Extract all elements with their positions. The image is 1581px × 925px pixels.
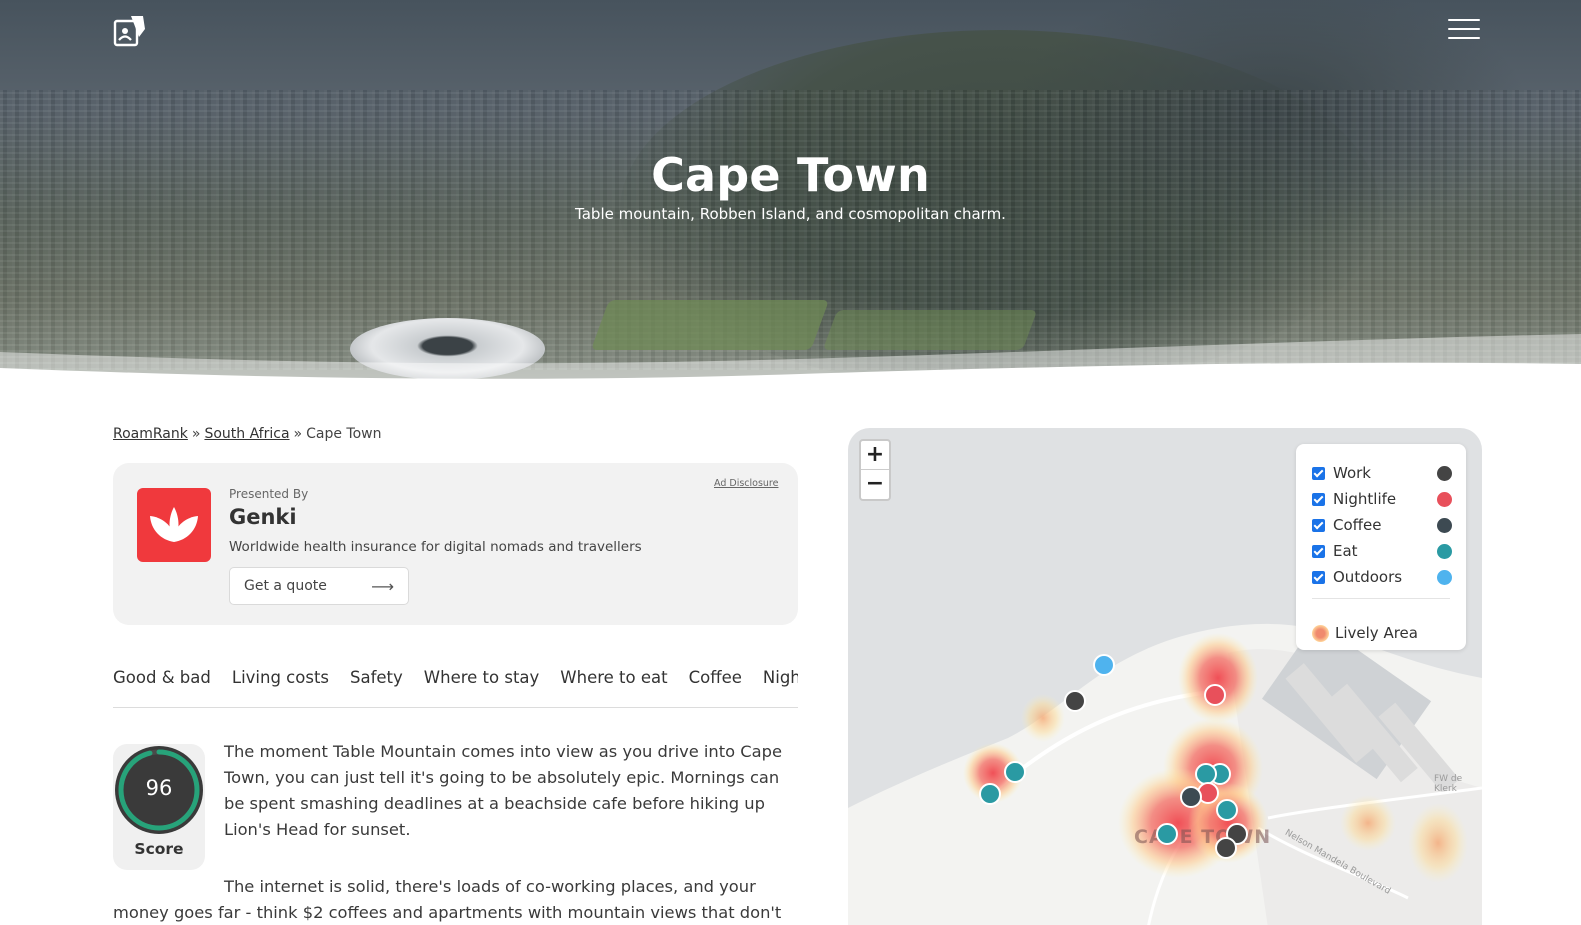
legend-toggle-nightlife[interactable]: Nightlife [1312,490,1452,510]
legend-checkbox[interactable] [1312,519,1325,532]
get-quote-button[interactable]: Get a quote ⟶ [229,567,409,605]
sponsor-description: Worldwide health insurance for digital n… [229,539,642,555]
legend-color-dot [1437,518,1452,533]
map-marker-eat[interactable] [1195,763,1217,785]
hamburger-menu-icon[interactable] [1448,17,1480,41]
legend-label: Lively Area [1335,624,1418,642]
map-legend: Work Nightlife Coffee Eat Outdoors Livel… [1296,444,1466,650]
map-zoom-control: + − [859,439,891,501]
legend-toggle-coffee[interactable]: Coffee [1312,516,1452,536]
roamrank-logo-icon[interactable] [113,13,147,47]
zoom-in-button[interactable]: + [861,441,889,470]
intro-paragraph: The moment Table Mountain comes into vie… [224,742,782,839]
map-marker-work[interactable] [1215,837,1237,859]
score-label: Score [134,840,184,858]
map-marker-eat[interactable] [1004,761,1026,783]
legend-checkbox[interactable] [1312,467,1325,480]
breadcrumb-current: Cape Town [306,426,382,442]
map-marker-outdoors[interactable] [1093,654,1115,676]
hero-wave-divider [0,334,1581,385]
legend-checkbox[interactable] [1312,571,1325,584]
genki-leaf-icon[interactable] [137,488,211,562]
get-quote-label: Get a quote [244,578,327,594]
score-value: 96 [145,776,173,800]
sponsor-label: Presented By [229,487,309,501]
map-marker-coffee[interactable] [1180,786,1202,808]
breadcrumb-link-south-africa[interactable]: South Africa [204,426,289,442]
map-marker-eat[interactable] [1156,823,1178,845]
legend-divider [1312,598,1450,599]
page-subtitle: Table mountain, Robben Island, and cosmo… [575,205,1006,223]
city-map[interactable]: FW de Klerk Nelson Mandela Boulevard CAP… [848,428,1482,925]
legend-label: Outdoors [1333,568,1403,586]
legend-toggle-eat[interactable]: Eat [1312,542,1452,562]
legend-color-dot [1437,544,1452,559]
heatmap-swatch-icon [1312,625,1329,642]
legend-checkbox[interactable] [1312,493,1325,506]
score-badge: 96 Score [113,744,205,870]
tab-safety[interactable]: Safety [350,668,403,687]
hero-banner: Cape Town Table mountain, Robben Island,… [0,0,1581,385]
legend-toggle-outdoors[interactable]: Outdoors [1312,568,1452,588]
tab-coffee[interactable]: Coffee [689,668,742,687]
tab-where-to-eat[interactable]: Where to eat [560,668,667,687]
tab-nightlife[interactable]: Nightlife [763,668,798,687]
body-paragraph: The internet is solid, there's loads of … [113,877,782,922]
map-marker-nightlife[interactable] [1204,684,1226,706]
map-marker-eat[interactable] [1216,799,1238,821]
breadcrumb-separator: » [293,426,303,442]
legend-color-dot [1437,492,1452,507]
sponsor-name: Genki [229,505,297,529]
legend-label: Eat [1333,542,1358,560]
breadcrumb-link-roamrank[interactable]: RoamRank [113,426,188,442]
legend-color-dot [1437,466,1452,481]
section-tabs: Good & bad Living costs Safety Where to sta… [113,668,798,708]
map-marker-eat[interactable] [979,783,1001,805]
legend-label: Coffee [1333,516,1382,534]
legend-toggle-work[interactable]: Work [1312,464,1452,484]
breadcrumb-separator: » [191,426,201,442]
page-title: Cape Town [651,148,930,202]
ad-disclosure-link[interactable]: Ad Disclosure [714,478,778,489]
legend-color-dot [1437,570,1452,585]
map-marker-work[interactable] [1064,690,1086,712]
tab-good-bad[interactable]: Good & bad [113,668,211,687]
tab-where-to-stay[interactable]: Where to stay [424,668,540,687]
zoom-out-button[interactable]: − [861,470,889,499]
arrow-right-icon: ⟶ [371,577,394,596]
legend-checkbox[interactable] [1312,545,1325,558]
legend-label: Work [1333,464,1371,482]
legend-label: Nightlife [1333,490,1397,508]
tab-living-costs[interactable]: Living costs [232,668,329,687]
sponsor-card: Presented By Genki Worldwide health insu… [113,463,798,625]
breadcrumb: RoamRank» South Africa» Cape Town [113,426,381,442]
